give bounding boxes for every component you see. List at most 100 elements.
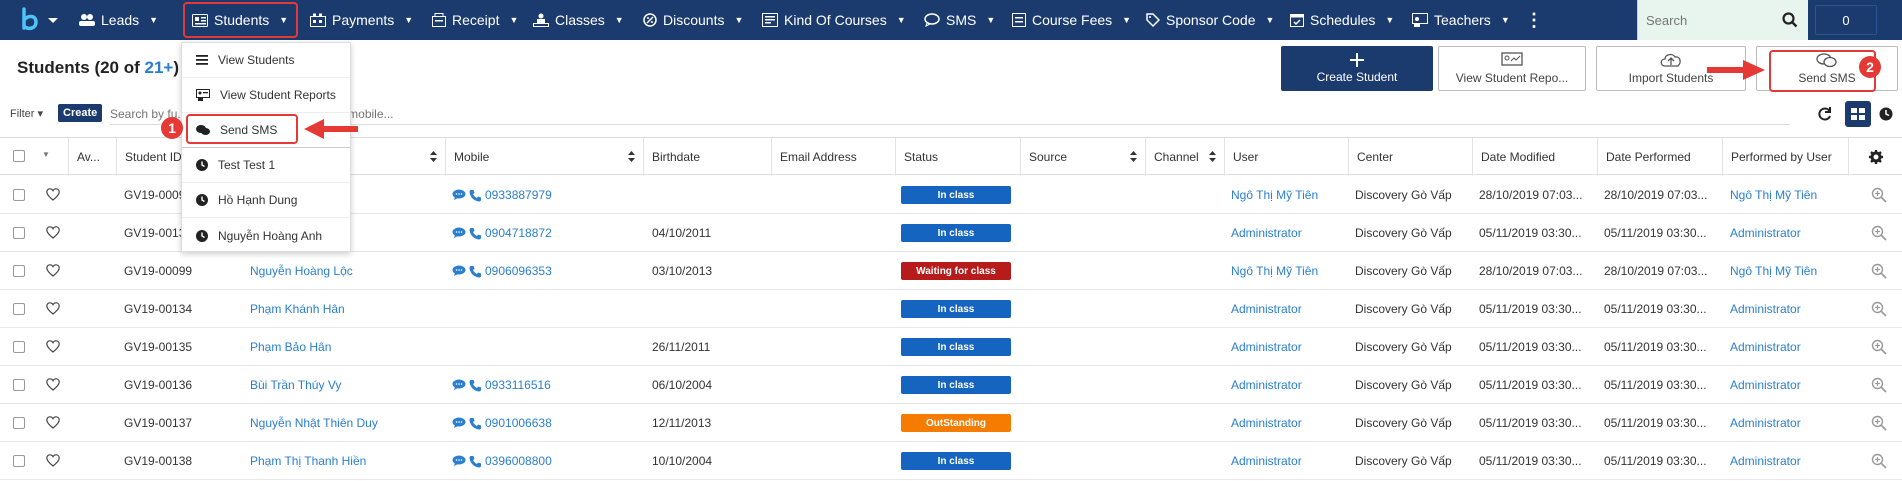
student-name-link[interactable]: Nguyễn Hoàng Lộc [250, 252, 440, 290]
row-checkbox[interactable] [13, 341, 25, 353]
heart-icon[interactable] [46, 416, 60, 429]
student-name-link[interactable]: Phạm Khánh Hân [250, 290, 440, 328]
user-link[interactable]: Administrator [1231, 290, 1346, 328]
col-source[interactable]: Source [1020, 138, 1145, 176]
sms-bubble-icon[interactable] [452, 227, 466, 239]
performed-by-link[interactable]: Administrator [1730, 366, 1846, 404]
col-center[interactable]: Center [1348, 138, 1472, 176]
menu-item-view-students[interactable]: View Students [182, 43, 350, 78]
col-email[interactable]: Email Address [771, 138, 895, 176]
row-checkbox[interactable] [13, 303, 25, 315]
refresh-icon[interactable] [1812, 101, 1838, 127]
mobile-link[interactable]: 0933116516 [485, 378, 551, 392]
search-icon[interactable] [1782, 12, 1798, 28]
col-avatar[interactable]: Av... [68, 138, 116, 176]
student-name-link[interactable]: Phạm Bảo Hân [250, 328, 440, 366]
col-user[interactable]: User [1224, 138, 1348, 176]
table-row[interactable]: GV19-00134 Phạm Khánh Hân In class Admin… [0, 290, 1902, 328]
user-link[interactable]: Administrator [1231, 214, 1346, 252]
nav-schedules[interactable]: Schedules ▼ [1286, 0, 1398, 40]
nav-discounts[interactable]: Discounts ▼ [639, 0, 747, 40]
menu-item-recent-3[interactable]: Nguyễn Hoàng Anh [182, 218, 350, 253]
zoom-in-icon[interactable] [1871, 415, 1887, 431]
nav-payments[interactable]: Payments ▼ [306, 0, 417, 40]
performed-by-link[interactable]: Administrator [1730, 328, 1846, 366]
menu-item-view-student-reports[interactable]: View Student Reports [182, 78, 350, 113]
col-channel[interactable]: Channel [1145, 138, 1224, 176]
menu-item-recent-2[interactable]: Hồ Hạnh Dung [182, 183, 350, 218]
row-checkbox[interactable] [13, 265, 25, 277]
select-all-checkbox[interactable] [13, 150, 25, 162]
table-row[interactable]: GV19-00138 Phạm Thị Thanh Hiền 039600880… [0, 442, 1902, 480]
create-filter-button[interactable]: Create [58, 104, 103, 122]
phone-icon[interactable] [469, 417, 482, 430]
zoom-in-icon[interactable] [1871, 187, 1887, 203]
user-link[interactable]: Ngô Thị Mỹ Tiên [1231, 252, 1346, 290]
nav-sponsor-code[interactable]: Sponsor Code ▼ [1142, 0, 1278, 40]
col-date-modified[interactable]: Date Modified [1472, 138, 1597, 176]
app-logo[interactable] [18, 6, 62, 34]
bulk-actions-chevron-icon[interactable]: ▼ [42, 150, 50, 159]
search-input[interactable] [1646, 8, 1776, 32]
heart-icon[interactable] [46, 454, 60, 467]
view-student-reports-button[interactable]: View Student Repo... [1438, 46, 1586, 91]
row-checkbox[interactable] [13, 189, 25, 201]
heart-icon[interactable] [46, 340, 60, 353]
performed-by-link[interactable]: Ngô Thị Mỹ Tiên [1730, 176, 1846, 214]
performed-by-link[interactable]: Administrator [1730, 214, 1846, 252]
nav-kind-of-courses[interactable]: Kind Of Courses ▼ [758, 0, 910, 40]
more-menu-icon[interactable]: ⋮ [1525, 10, 1543, 30]
sms-bubble-icon[interactable] [452, 455, 466, 467]
nav-teachers[interactable]: Teachers ▼ [1408, 0, 1514, 40]
mobile-link[interactable]: 0933887979 [485, 188, 552, 202]
sms-bubble-icon[interactable] [452, 417, 466, 429]
table-row[interactable]: GV19-00137 Nguyễn Nhật Thiên Duy 0901006… [0, 404, 1902, 442]
performed-by-link[interactable]: Administrator [1730, 442, 1846, 480]
table-row[interactable]: GV19-00136 Bùi Trần Thúy Vy 0933116516 0… [0, 366, 1902, 404]
row-checkbox[interactable] [13, 417, 25, 429]
student-name-link[interactable]: Bùi Trần Thúy Vy [250, 366, 440, 404]
zoom-in-icon[interactable] [1871, 225, 1887, 241]
phone-icon[interactable] [469, 379, 482, 392]
mobile-link[interactable]: 0396008800 [485, 454, 552, 468]
col-performed-by[interactable]: Performed by User [1722, 138, 1848, 176]
column-settings-gear-icon[interactable] [1848, 138, 1902, 176]
user-link[interactable]: Administrator [1231, 366, 1346, 404]
zoom-in-icon[interactable] [1871, 263, 1887, 279]
sms-bubble-icon[interactable] [452, 379, 466, 391]
phone-icon[interactable] [469, 227, 482, 240]
nav-classes[interactable]: Classes ▼ [529, 0, 628, 40]
mobile-link[interactable]: 0904718872 [485, 226, 552, 240]
heart-icon[interactable] [46, 188, 60, 201]
mobile-link[interactable]: 0901006638 [485, 416, 552, 430]
filter-dropdown[interactable]: Filter ▾ [10, 107, 43, 120]
row-checkbox[interactable] [13, 379, 25, 391]
total-count-link[interactable]: 21+ [145, 58, 174, 77]
zoom-in-icon[interactable] [1871, 339, 1887, 355]
nav-sms[interactable]: SMS ▼ [920, 0, 999, 40]
col-status[interactable]: Status [895, 138, 1020, 176]
notification-counter[interactable]: 0 [1815, 5, 1877, 35]
table-row[interactable]: GV19-00099 Nguyễn Hoàng Lộc 0906096353 0… [0, 252, 1902, 290]
user-link[interactable]: Administrator [1231, 328, 1346, 366]
filter-search-input[interactable] [110, 103, 1790, 125]
nav-leads[interactable]: Leads ▼ [75, 0, 162, 40]
user-link[interactable]: Administrator [1231, 442, 1346, 480]
nav-receipt[interactable]: Receipt ▼ [428, 0, 522, 40]
heart-icon[interactable] [46, 302, 60, 315]
user-link[interactable]: Administrator [1231, 404, 1346, 442]
zoom-in-icon[interactable] [1871, 301, 1887, 317]
create-student-button[interactable]: Create Student [1281, 46, 1433, 91]
row-checkbox[interactable] [13, 227, 25, 239]
phone-icon[interactable] [469, 265, 482, 278]
student-name-link[interactable]: Phạm Thị Thanh Hiền [250, 442, 440, 480]
col-birthdate[interactable]: Birthdate [643, 138, 771, 176]
zoom-in-icon[interactable] [1871, 453, 1887, 469]
sms-bubble-icon[interactable] [452, 265, 466, 277]
zoom-in-icon[interactable] [1871, 377, 1887, 393]
nav-course-fees[interactable]: Course Fees ▼ [1008, 0, 1135, 40]
sms-bubble-icon[interactable] [452, 189, 466, 201]
heart-icon[interactable] [46, 226, 60, 239]
user-link[interactable]: Ngô Thị Mỹ Tiên [1231, 176, 1346, 214]
performed-by-link[interactable]: Administrator [1730, 404, 1846, 442]
